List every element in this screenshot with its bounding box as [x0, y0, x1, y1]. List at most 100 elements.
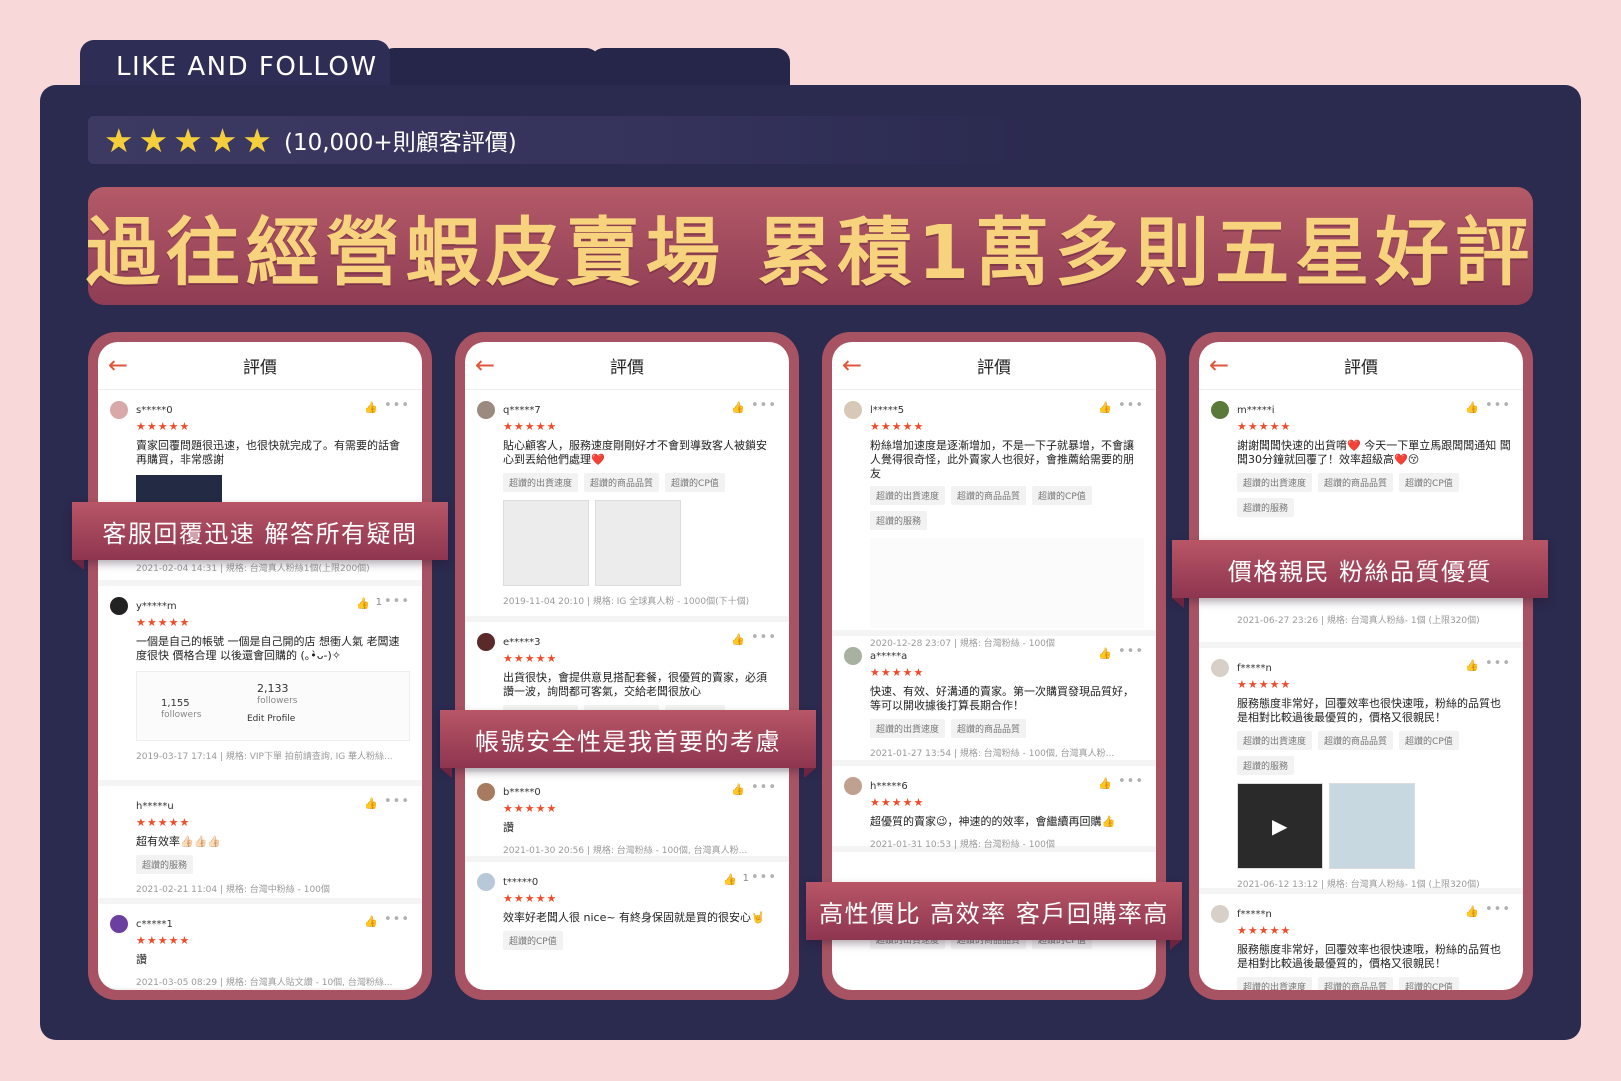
- more-icon[interactable]: •••: [1485, 398, 1511, 413]
- thumbs-up-icon[interactable]: 👍: [1465, 659, 1479, 672]
- more-icon[interactable]: •••: [751, 870, 777, 885]
- review-text: 效率好老闆人很 nice~ 有終身保固就是買的很安心🤘: [503, 911, 765, 924]
- rating-count: (10,000+則顧客評價): [283, 130, 517, 156]
- review-tag: 超讚的商品品質: [1318, 472, 1394, 492]
- review-tag: 超讚的服務: [1237, 497, 1295, 517]
- review-text: 讚: [136, 953, 147, 966]
- review-tag: 超讚的商品品質: [951, 486, 1027, 506]
- review-tag: 超讚的CP值: [1032, 486, 1092, 506]
- back-arrow-icon[interactable]: ←: [1209, 352, 1235, 378]
- review-photo[interactable]: [1329, 782, 1415, 869]
- thumbs-up-icon[interactable]: 👍: [356, 597, 370, 610]
- review-tag: 超讚的商品品質: [584, 472, 660, 492]
- review-tag: 超讚的出貨速度: [1237, 730, 1313, 750]
- star-icon: ★: [138, 120, 169, 160]
- stat-label: followers: [257, 695, 298, 706]
- like-count: 1: [375, 597, 382, 608]
- phone-2-screen: ← 評價 q*****7 👍 ••• ★★★★★ 貼心顧客人，服務速度剛剛好才不會…: [465, 342, 789, 990]
- banner-fast-reply: 客服回覆迅速 解答所有疑問: [72, 502, 448, 570]
- review-text: 超有效率👍🏻👍🏻👍🏻: [136, 835, 222, 848]
- thumbs-up-icon[interactable]: 👍: [731, 783, 745, 796]
- review-tag: 超讚的服務: [1237, 755, 1295, 775]
- banner-account-safety: 帳號安全性是我首要的考慮: [440, 710, 816, 778]
- thumbs-up-icon[interactable]: 👍: [731, 633, 745, 646]
- more-icon[interactable]: •••: [751, 630, 777, 645]
- review-meta: 2021-06-12 13:12 | 規格: 台灣真人粉絲- 1個 (上限320…: [1237, 879, 1480, 890]
- follower-list-screenshot: [870, 538, 1144, 629]
- more-icon[interactable]: •••: [1485, 656, 1511, 671]
- review-item: a*****a 👍 ••• ★★★★★ 快速、有效、好溝通的賣家。第一次購買發現品…: [832, 636, 1156, 766]
- review-text: 一個是自己的帳號 一個是自己開的店 想衝人氣 老闆速度很快 價格合理 以後還會回…: [136, 635, 400, 662]
- review-stars: ★★★★★: [503, 420, 558, 433]
- more-icon[interactable]: •••: [751, 398, 777, 413]
- review-item: f*****n 👍 ••• ★★★★★ 服務態度非常好，回覆效率也很快速哦，粉絲的…: [1199, 894, 1523, 990]
- review-tag: 超讚的CP值: [1399, 730, 1459, 750]
- back-arrow-icon[interactable]: ←: [475, 352, 501, 378]
- thumbs-up-icon[interactable]: 👍: [364, 915, 378, 928]
- review-meta: 2021-06-27 23:26 | 規格: 台灣真人粉絲- 1個 (上限320…: [1237, 615, 1480, 626]
- review-user: f*****n: [1237, 908, 1272, 920]
- review-stars: ★★★★★: [870, 666, 925, 679]
- thumbs-up-icon[interactable]: 👍: [1098, 647, 1112, 660]
- screen-title: 評價: [977, 358, 1011, 378]
- like-count: 1: [742, 873, 749, 884]
- more-icon[interactable]: •••: [1118, 774, 1144, 789]
- review-item: f*****n 👍 ••• ★★★★★ 服務態度非常好，回覆效率也很快速哦，粉絲的…: [1199, 648, 1523, 894]
- review-tag: 超讚的商品品質: [951, 718, 1027, 738]
- review-item: y*****m 👍 1 ••• ★★★★★ 一個是自己的帳號 一個是自己開的店 想衝…: [98, 586, 422, 786]
- play-icon[interactable]: ▶: [1272, 814, 1287, 838]
- review-user: h*****u: [136, 800, 174, 812]
- review-stars: ★★★★★: [136, 934, 191, 947]
- more-icon[interactable]: •••: [1118, 644, 1144, 659]
- review-photo[interactable]: [503, 499, 589, 586]
- review-video-thumbnail[interactable]: ▶: [1237, 782, 1323, 869]
- more-icon[interactable]: •••: [384, 912, 410, 927]
- thumbs-up-icon[interactable]: 👍: [1465, 401, 1479, 414]
- review-tag: 超讚的服務: [136, 854, 194, 874]
- star-icon: ★: [242, 120, 272, 160]
- review-tag: 超讚的CP值: [665, 472, 725, 492]
- phone-1: ← 評價 s*****0 👍 ••• ★★★★★ 賣家回覆問題很迅速，也很快就完成…: [88, 332, 432, 1000]
- more-icon[interactable]: •••: [1118, 398, 1144, 413]
- review-stars: ★★★★★: [1237, 420, 1292, 433]
- avatar: [1211, 659, 1229, 677]
- review-tag: 超讚的CP值: [1399, 472, 1459, 492]
- more-icon[interactable]: •••: [1485, 902, 1511, 917]
- thumbs-up-icon[interactable]: 👍: [1465, 905, 1479, 918]
- thumbs-up-icon[interactable]: 👍: [364, 401, 378, 414]
- banner-affordable-quality: 價格親民 粉絲品質優質: [1172, 540, 1548, 608]
- back-arrow-icon[interactable]: ←: [842, 352, 868, 378]
- review-item: m*****i 👍 ••• ★★★★★ 謝謝闆闆快速的出貨唷❤️ 今天一下單立馬跟…: [1199, 390, 1523, 648]
- thumbs-up-icon[interactable]: 👍: [731, 401, 745, 414]
- stat-value: 1,155: [161, 697, 190, 709]
- more-icon[interactable]: •••: [384, 398, 410, 413]
- back-arrow-icon[interactable]: ←: [108, 352, 134, 378]
- thumbs-up-icon[interactable]: 👍: [1098, 777, 1112, 790]
- review-photo[interactable]: [595, 499, 681, 586]
- review-tag: 超讚的出貨速度: [503, 472, 579, 492]
- more-icon[interactable]: •••: [384, 594, 410, 609]
- phone-4-screen: ← 評價 m*****i 👍 ••• ★★★★★ 謝謝闆闆快速的出貨唷❤️ 今天一…: [1199, 342, 1523, 990]
- review-item: l*****5 👍 ••• ★★★★★ 粉絲增加速度是逐漸增加，不是一下子就暴增，…: [832, 390, 1156, 649]
- phone-1-screen: ← 評價 s*****0 👍 ••• ★★★★★ 賣家回覆問題很迅速，也很快就完成…: [98, 342, 422, 990]
- review-meta: 2021-01-27 13:54 | 規格: 台灣粉絲 - 100個, 台灣真人…: [870, 748, 1115, 759]
- review-stars: ★★★★★: [136, 616, 191, 629]
- review-text: 讚: [503, 821, 514, 834]
- thumbs-up-icon[interactable]: 👍: [1098, 401, 1112, 414]
- rating-bar: ★ ★ ★ ★ ★ (10,000+則顧客評價): [88, 116, 1028, 164]
- headline: 過往經營蝦皮賣場 累積1萬多則五星好評: [85, 209, 1536, 296]
- review-user: c*****1: [136, 918, 173, 930]
- avatar: [844, 401, 862, 419]
- review-user: b*****0: [503, 786, 541, 798]
- thumbs-up-icon[interactable]: 👍: [723, 873, 737, 886]
- thumbs-up-icon[interactable]: 👍: [364, 797, 378, 810]
- more-icon[interactable]: •••: [751, 780, 777, 795]
- review-meta: 2021-01-30 20:56 | 規格: 台灣粉絲 - 100個, 台灣真人…: [503, 845, 748, 856]
- review-user: f*****n: [1237, 662, 1272, 674]
- review-text: 超優質的賣家😉，神速的的效率，會繼續再回購👍: [870, 815, 1116, 828]
- more-icon[interactable]: •••: [384, 794, 410, 809]
- review-stars: ★★★★★: [870, 420, 925, 433]
- phone-2: ← 評價 q*****7 👍 ••• ★★★★★ 貼心顧客人，服務速度剛剛好才不會…: [455, 332, 799, 1000]
- avatar: [477, 783, 495, 801]
- review-stars: ★★★★★: [503, 652, 558, 665]
